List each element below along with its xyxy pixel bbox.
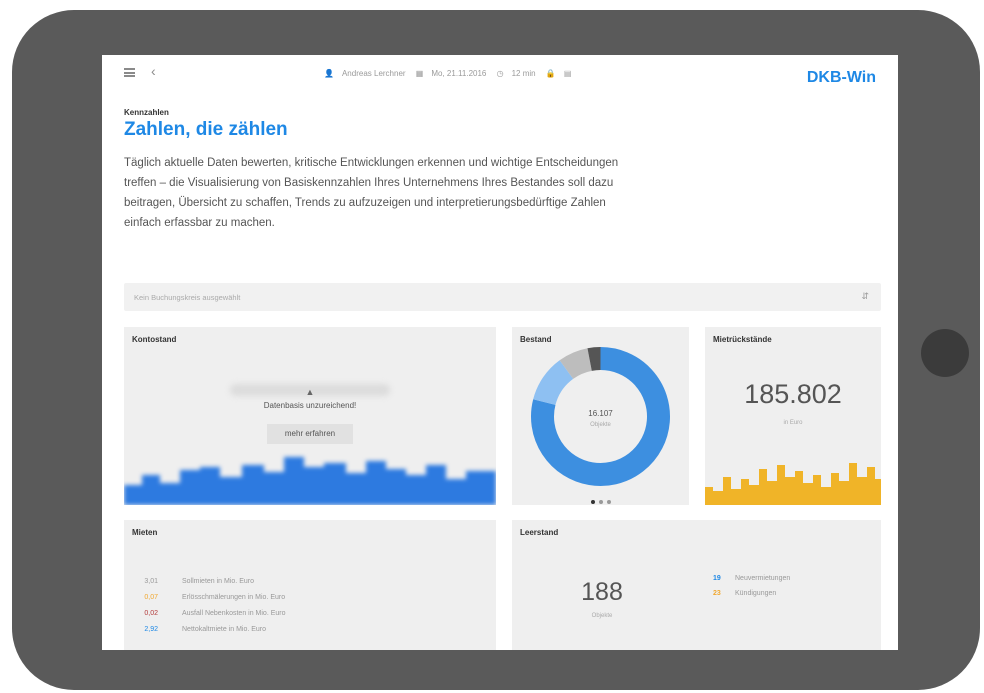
leerstand-card: Leerstand 188 Objekte 19 Neuvermietungen … xyxy=(512,520,881,650)
mieten-list: 3,01 Sollmieten in Mio. Euro 0,07 Erlössch… xyxy=(132,578,286,642)
mieten-value: 2,92 xyxy=(144,626,158,633)
list-item: 0,02 Ausfall Nebenkosten in Mio. Euro xyxy=(132,610,286,626)
carousel-dot[interactable] xyxy=(606,500,611,504)
bestand-unit: Objekte xyxy=(590,422,611,428)
more-info-button[interactable]: mehr erfahren xyxy=(267,424,353,444)
kontostand-chart xyxy=(124,457,496,505)
leerstand-value: 188 xyxy=(581,578,623,606)
mieten-label: Sollmieten in Mio. Euro xyxy=(182,578,254,585)
page-title: Zahlen, die zählen xyxy=(124,119,288,140)
expand-icon[interactable]: ⇵ xyxy=(861,291,869,302)
carousel-dots[interactable] xyxy=(512,491,689,509)
filter-placeholder: Kein Buchungskreis ausgewählt xyxy=(134,293,241,302)
leerstand-title: Leerstand xyxy=(520,528,559,537)
leerstand-row-value: 19 xyxy=(713,575,721,582)
carousel-dot[interactable] xyxy=(590,500,595,504)
list-item: 2,92 Nettokaltmiete in Mio. Euro xyxy=(132,626,286,642)
mieten-title: Mieten xyxy=(132,528,158,537)
section-kicker: Kennzahlen xyxy=(124,108,169,117)
lock-icon[interactable]: 🔒 xyxy=(546,69,556,78)
mietrueckstaende-card: Mietrückstände 185.802 in Euro xyxy=(705,327,881,505)
calendar-icon: ▦ xyxy=(415,69,424,78)
user-icon: 👤 xyxy=(324,69,334,78)
kontostand-warning: Datenbasis unzureichend! xyxy=(263,401,357,410)
session-meta: 👤 Andreas Lerchner ▦ Mo, 21.11.2016 ◷ 12 mi… xyxy=(324,69,579,78)
list-item: 3,01 Sollmieten in Mio. Euro xyxy=(132,578,286,594)
session-date: Mo, 21.11.2016 xyxy=(431,69,487,78)
bestand-value: 16.107 xyxy=(588,409,613,418)
mieten-value: 0,02 xyxy=(144,610,158,617)
donut-segment xyxy=(559,348,593,380)
clock-icon: ◷ xyxy=(496,69,504,78)
home-button[interactable] xyxy=(921,329,969,377)
top-bar: ‹ 👤 Andreas Lerchner ▦ Mo, 21.11.2016 ◷ 12 … xyxy=(102,55,898,95)
leerstand-list: 19 Neuvermietungen 23 Kündigungen xyxy=(713,575,790,605)
mietrueckstaende-chart xyxy=(705,463,881,505)
hamburger-icon[interactable] xyxy=(124,68,135,77)
bestand-title: Bestand xyxy=(520,335,552,344)
grid-icon[interactable]: ▤ xyxy=(564,69,572,78)
donut-segment xyxy=(587,347,601,371)
mieten-label: Nettokaltmiete in Mio. Euro xyxy=(182,626,267,633)
mietrueckstaende-unit: in Euro xyxy=(783,420,803,426)
donut-segment xyxy=(533,360,574,406)
brand-logo: DKB-Win xyxy=(806,69,876,86)
list-item: 19 Neuvermietungen xyxy=(713,575,790,590)
leerstand-row-label: Neuvermietungen xyxy=(735,575,791,582)
kontostand-title: Kontostand xyxy=(132,335,177,344)
session-duration: 12 min xyxy=(511,69,536,78)
mieten-label: Erlösschmälerungen in Mio. Euro xyxy=(182,594,286,601)
warning-icon: ▲ xyxy=(305,387,315,397)
bestand-card: Bestand 16.107 Objekte xyxy=(512,327,689,505)
user-name: Andreas Lerchner xyxy=(341,69,406,78)
mieten-card: Mieten 3,01 Sollmieten in Mio. Euro 0,07 E… xyxy=(124,520,496,650)
mieten-label: Ausfall Nebenkosten in Mio. Euro xyxy=(182,610,286,617)
kontostand-card: Kontostand ▲ Datenbasis unzureichend! me… xyxy=(124,327,496,505)
leerstand-unit: Objekte xyxy=(591,613,613,619)
leerstand-row-value: 23 xyxy=(713,590,721,597)
company-filter[interactable]: Kein Buchungskreis ausgewählt ⇵ xyxy=(124,283,881,311)
mieten-value: 3,01 xyxy=(144,578,158,585)
page-description: Täglich aktuelle Daten bewerten, kritisc… xyxy=(124,157,619,229)
mieten-value: 0,07 xyxy=(144,594,158,601)
dashboard-screen: ‹ 👤 Andreas Lerchner ▦ Mo, 21.11.2016 ◷ 12 … xyxy=(102,55,898,650)
leerstand-row-label: Kündigungen xyxy=(735,590,777,597)
carousel-dot[interactable] xyxy=(598,500,603,504)
list-item: 23 Kündigungen xyxy=(713,590,790,605)
mietrueckstaende-title: Mietrückstände xyxy=(713,335,772,344)
mietrueckstaende-value: 185.802 xyxy=(744,379,842,409)
chevron-left-icon[interactable]: ‹ xyxy=(151,63,156,79)
list-item: 0,07 Erlösschmälerungen in Mio. Euro xyxy=(132,594,286,610)
